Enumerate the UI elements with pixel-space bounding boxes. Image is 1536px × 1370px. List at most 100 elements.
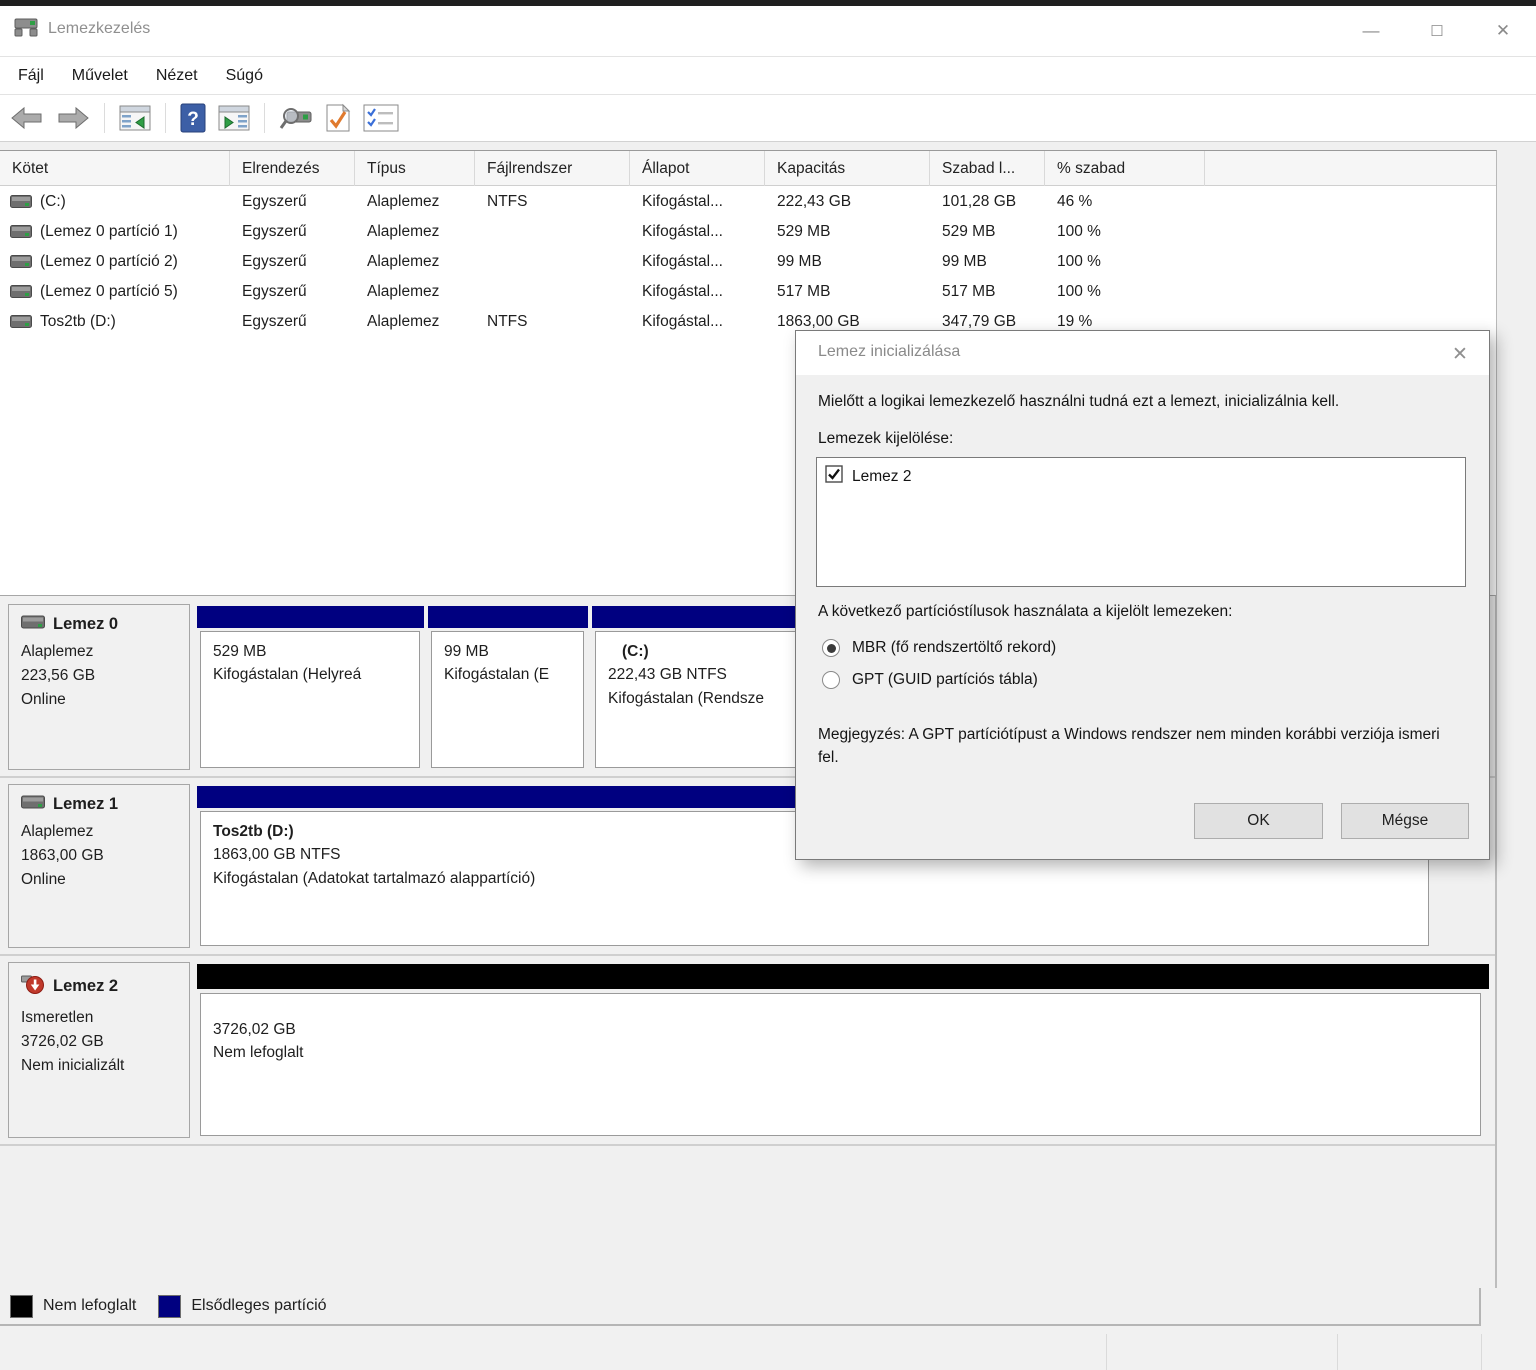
- unallocated-bar: [197, 964, 1489, 989]
- cell-layout: Egyszerű: [242, 253, 307, 270]
- status-bar: [0, 1330, 1536, 1370]
- minimize-button[interactable]: —: [1338, 6, 1404, 56]
- title-bar: Lemezkezelés — ☐ ✕: [0, 6, 1536, 56]
- partition-size: 529 MB: [213, 643, 267, 660]
- dialog-title: Lemez inicializálása: [818, 343, 961, 360]
- status-bar-separator: [1106, 1334, 1107, 1370]
- check-document-icon[interactable]: [325, 103, 351, 133]
- cell-status: Kifogástal...: [642, 253, 723, 270]
- disk-name: Lemez 2: [53, 977, 119, 995]
- window-controls: — ☐ ✕: [1338, 6, 1536, 56]
- cell-type: Alaplemez: [367, 253, 440, 270]
- menu-view[interactable]: Nézet: [146, 61, 208, 91]
- cell-volume: Tos2tb (D:): [40, 313, 116, 330]
- mbr-radio-label: MBR (fő rendszertöltő rekord): [852, 639, 1057, 656]
- menu-action[interactable]: Művelet: [62, 61, 138, 91]
- disk-name: Lemez 1: [53, 795, 119, 813]
- column-header-free-space[interactable]: Szabad l...: [930, 151, 1045, 186]
- checklist-icon[interactable]: [363, 104, 399, 132]
- legend-unallocated-label: Nem lefoglalt: [43, 1297, 137, 1314]
- dialog-close-icon[interactable]: ✕: [1447, 341, 1473, 367]
- partition-status: Kifogástalan (E: [444, 666, 550, 684]
- legend-primary-label: Elsődleges partíció: [191, 1297, 327, 1314]
- disk-search-icon[interactable]: [279, 104, 313, 132]
- menu-file[interactable]: Fájl: [8, 61, 54, 91]
- column-header-type[interactable]: Típus: [355, 151, 475, 186]
- column-header-volume[interactable]: Kötet: [0, 151, 230, 186]
- disk-0-panel[interactable]: Lemez 0 Alaplemez 223,56 GB Online: [8, 604, 190, 770]
- cell-type: Alaplemez: [367, 283, 440, 300]
- disk-name: Lemez 0: [53, 615, 119, 633]
- disk-1-panel[interactable]: Lemez 1 Alaplemez 1863,00 GB Online: [8, 784, 190, 948]
- toolbar-separator: [165, 103, 166, 133]
- toolbar: ?: [0, 94, 1536, 142]
- partition-status: Kifogástalan (Adatokat tartalmazó alappa…: [213, 869, 536, 887]
- mbr-radio-option[interactable]: MBR (fő rendszertöltő rekord): [822, 639, 1056, 657]
- partition-style-label: A következő partícióstílusok használata …: [818, 603, 1233, 620]
- partition-size: 3726,02 GB: [213, 1021, 296, 1038]
- partition-status: Kifogástalan (Helyreá: [213, 666, 362, 684]
- gpt-note-text: Megjegyzés: A GPT partíciótípust a Windo…: [818, 726, 1440, 767]
- toolbar-separator: [264, 103, 265, 133]
- forward-icon[interactable]: [56, 105, 90, 131]
- back-icon[interactable]: [10, 105, 44, 131]
- table-row[interactable]: (Lemez 0 partíció 2) Egyszerű Alaplemez …: [0, 247, 1496, 277]
- partition-status: Nem lefoglalt: [213, 1044, 304, 1062]
- menu-help[interactable]: Súgó: [216, 61, 273, 91]
- column-header-empty: [1205, 151, 1496, 186]
- disk-2-unallocated-region[interactable]: 3726,02 GB Nem lefoglalt: [197, 962, 1489, 1138]
- disk-0-partition-1[interactable]: 529 MB Kifogástalan (Helyreá: [197, 604, 424, 770]
- cell-status: Kifogástal...: [642, 193, 723, 210]
- cell-layout: Egyszerű: [242, 193, 307, 210]
- disk-select-listbox[interactable]: Lemez 2: [816, 457, 1466, 587]
- table-row[interactable]: (Lemez 0 partíció 5) Egyszerű Alaplemez …: [0, 277, 1496, 307]
- disk-2-strip: Lemez 2 Ismeretlen 3726,02 GB Nem inicia…: [0, 958, 1495, 1146]
- cell-filesystem: [475, 217, 630, 247]
- primary-partition-bar: [197, 606, 424, 628]
- dialog-title-bar: Lemez inicializálása ✕: [796, 331, 1489, 375]
- cell-capacity: 529 MB: [777, 223, 831, 240]
- close-button[interactable]: ✕: [1470, 6, 1536, 56]
- column-header-pct-free[interactable]: % szabad: [1045, 151, 1205, 186]
- column-header-capacity[interactable]: Kapacitás: [765, 151, 930, 186]
- disk-0-partition-2[interactable]: 99 MB Kifogástalan (E: [428, 604, 588, 770]
- status-bar-separator: [1481, 1334, 1482, 1370]
- help-icon[interactable]: ?: [180, 103, 206, 133]
- cell-status: Kifogástal...: [642, 313, 723, 330]
- maximize-button[interactable]: ☐: [1404, 6, 1470, 56]
- disk-type: Alaplemez: [21, 643, 94, 660]
- cell-volume: (Lemez 0 partíció 2): [40, 253, 178, 270]
- column-header-status[interactable]: Állapot: [630, 151, 765, 186]
- cell-capacity: 99 MB: [777, 253, 822, 270]
- menu-bar: Fájl Művelet Nézet Súgó: [0, 56, 1536, 94]
- gpt-radio-option[interactable]: GPT (GUID partíciós tábla): [822, 671, 1038, 689]
- cancel-button[interactable]: Mégse: [1341, 803, 1469, 839]
- disk-2-panel[interactable]: Lemez 2 Ismeretlen 3726,02 GB Nem inicia…: [8, 962, 190, 1138]
- disk-status: Online: [21, 691, 66, 709]
- radio-selected-icon[interactable]: [822, 639, 840, 657]
- radio-unselected-icon[interactable]: [822, 671, 840, 689]
- checkbox-checked-icon[interactable]: [825, 465, 843, 488]
- cell-free: 517 MB: [942, 283, 996, 300]
- show-hide-console-tree-icon[interactable]: [218, 105, 250, 131]
- cell-status: Kifogástal...: [642, 283, 723, 300]
- cell-pct-free: 46 %: [1057, 193, 1093, 210]
- column-header-filesystem[interactable]: Fájlrendszer: [475, 151, 630, 186]
- disk-type: Ismeretlen: [21, 1009, 94, 1026]
- disk-icon: [21, 615, 45, 634]
- column-header-layout[interactable]: Elrendezés: [230, 151, 355, 186]
- cell-capacity: 222,43 GB: [777, 193, 852, 210]
- disk-management-window: Lemezkezelés — ☐ ✕ Fájl Művelet Nézet Sú…: [0, 0, 1536, 1370]
- legend-primary-swatch: [158, 1294, 182, 1318]
- console-tree-icon[interactable]: [119, 105, 151, 131]
- cell-volume: (C:): [40, 193, 66, 210]
- cell-free: 99 MB: [942, 253, 987, 270]
- cell-type: Alaplemez: [367, 223, 440, 240]
- table-row[interactable]: (C:) Egyszerű Alaplemez NTFS Kifogástal.…: [0, 187, 1496, 217]
- ok-button[interactable]: OK: [1194, 803, 1323, 839]
- table-row[interactable]: (Lemez 0 partíció 1) Egyszerű Alaplemez …: [0, 217, 1496, 247]
- initialize-disk-dialog: Lemez inicializálása ✕ Mielőtt a logikai…: [795, 330, 1490, 860]
- cell-type: Alaplemez: [367, 313, 440, 330]
- disk-list-item[interactable]: Lemez 2: [817, 458, 1465, 488]
- disk-status: Online: [21, 871, 66, 889]
